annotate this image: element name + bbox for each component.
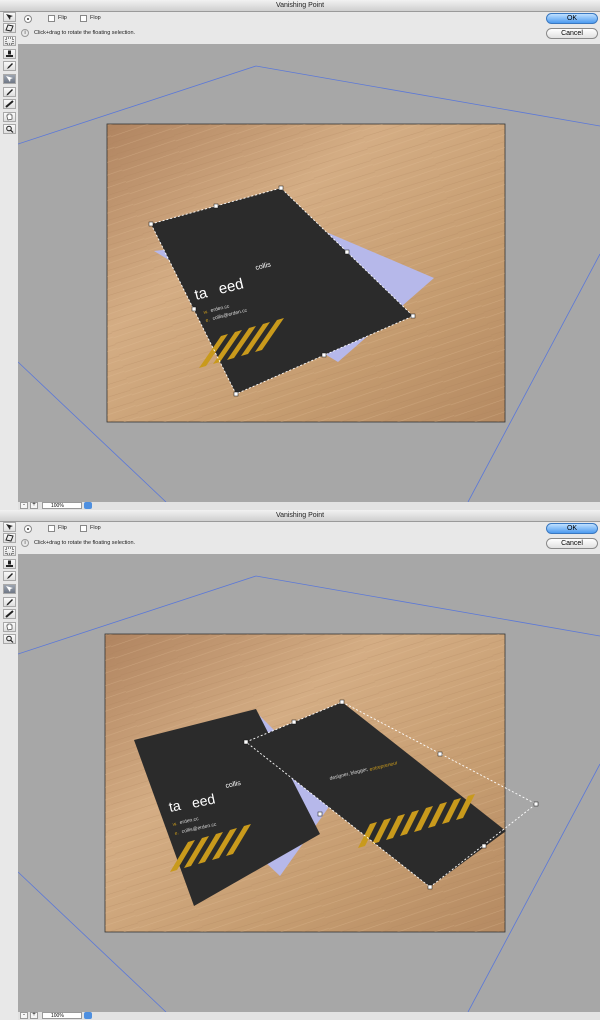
hint-text: Click+drag to rotate the floating select… [34,540,136,546]
info-icon: i [21,539,29,547]
brush-icon [7,63,13,69]
eyedropper-icon [6,599,13,606]
status-bar: - + 100% [18,1012,600,1020]
zoom-in-button[interactable]: + [30,502,38,509]
hint-bar: i Click+drag to rotate the floating sele… [18,28,538,40]
stamp-tool[interactable] [3,559,16,569]
hand-tool[interactable] [3,622,16,632]
create-plane-icon [5,24,14,32]
marquee-icon [5,37,14,45]
flip-label: Flip [58,15,67,21]
flip-checkbox[interactable] [48,525,55,532]
vanishing-point-window-2: Vanishing Point Flip Flop i Click+drag t… [0,510,600,1020]
zoom-level[interactable]: 100% [42,1012,82,1019]
measure-tool[interactable] [3,609,16,619]
heal-mode-radio[interactable] [24,15,32,23]
edit-plane-icon [6,14,13,20]
measure-tool[interactable] [3,99,16,109]
options-bar: Flip Flop [18,522,600,538]
window-title: Vanishing Point [0,0,600,12]
vanishing-point-window-1: Vanishing Point Flip Flop i Click+drag t… [0,0,600,510]
flip-label: Flip [58,525,67,531]
canvas-area[interactable]: ta eed collis w. erden.cc e. collis@erde… [18,554,600,1012]
cancel-button[interactable]: Cancel [546,28,598,39]
hand-icon [6,623,13,631]
canvas-stage: ta eed collis w. erden.cc e. collis@erde… [18,575,600,1012]
zoom-tool[interactable] [3,124,16,134]
zoom-dropdown-icon[interactable] [84,502,92,509]
zoom-in-button[interactable]: + [30,1012,38,1019]
stamp-icon [6,560,13,567]
ok-button[interactable]: OK [546,13,598,24]
edit-plane-tool[interactable] [3,522,16,532]
measure-icon [5,100,14,108]
options-bar: Flip Flop [18,12,600,28]
zoom-dropdown-icon[interactable] [84,1012,92,1019]
flip-checkbox[interactable] [48,15,55,22]
stamp-icon [6,50,13,57]
transform-tool[interactable] [3,74,16,84]
transform-icon [6,586,13,592]
canvas-stage: ta eed collis w. erden.cc e. collis@erde… [18,65,600,502]
flop-label: Flop [90,15,101,21]
marquee-icon [5,547,14,555]
eyedropper-tool[interactable] [3,597,16,607]
hint-bar: i Click+drag to rotate the floating sele… [18,538,538,550]
brush-tool[interactable] [3,571,16,581]
zoom-out-button[interactable]: - [20,502,28,509]
brush-icon [7,573,13,579]
marquee-tool[interactable] [3,36,16,46]
hand-icon [6,113,13,121]
zoom-level[interactable]: 100% [42,502,82,509]
create-plane-icon [5,534,14,542]
heal-mode-radio[interactable] [24,525,32,533]
measure-icon [5,610,14,618]
hint-text: Click+drag to rotate the floating select… [34,30,136,36]
info-icon: i [21,29,29,37]
eyedropper-icon [6,89,13,96]
zoom-icon [6,635,14,643]
zoom-tool[interactable] [3,634,16,644]
transform-tool[interactable] [3,584,16,594]
toolbar [2,12,17,502]
edit-plane-icon [6,524,13,530]
create-plane-tool[interactable] [3,533,16,543]
edit-plane-tool[interactable] [3,12,16,22]
brush-tool[interactable] [3,61,16,71]
zoom-icon [6,125,14,133]
status-bar: - + 100% [18,502,600,510]
canvas-area[interactable]: ta eed collis w. erden.cc e. collis@erde… [18,44,600,502]
flop-checkbox[interactable] [80,15,87,22]
flop-label: Flop [90,525,101,531]
zoom-out-button[interactable]: - [20,1012,28,1019]
cancel-button[interactable]: Cancel [546,538,598,549]
marquee-tool[interactable] [3,546,16,556]
toolbar [2,522,17,1012]
eyedropper-tool[interactable] [3,87,16,97]
stamp-tool[interactable] [3,49,16,59]
transform-icon [6,76,13,82]
window-title: Vanishing Point [0,510,600,522]
create-plane-tool[interactable] [3,23,16,33]
hand-tool[interactable] [3,112,16,122]
flop-checkbox[interactable] [80,525,87,532]
ok-button[interactable]: OK [546,523,598,534]
